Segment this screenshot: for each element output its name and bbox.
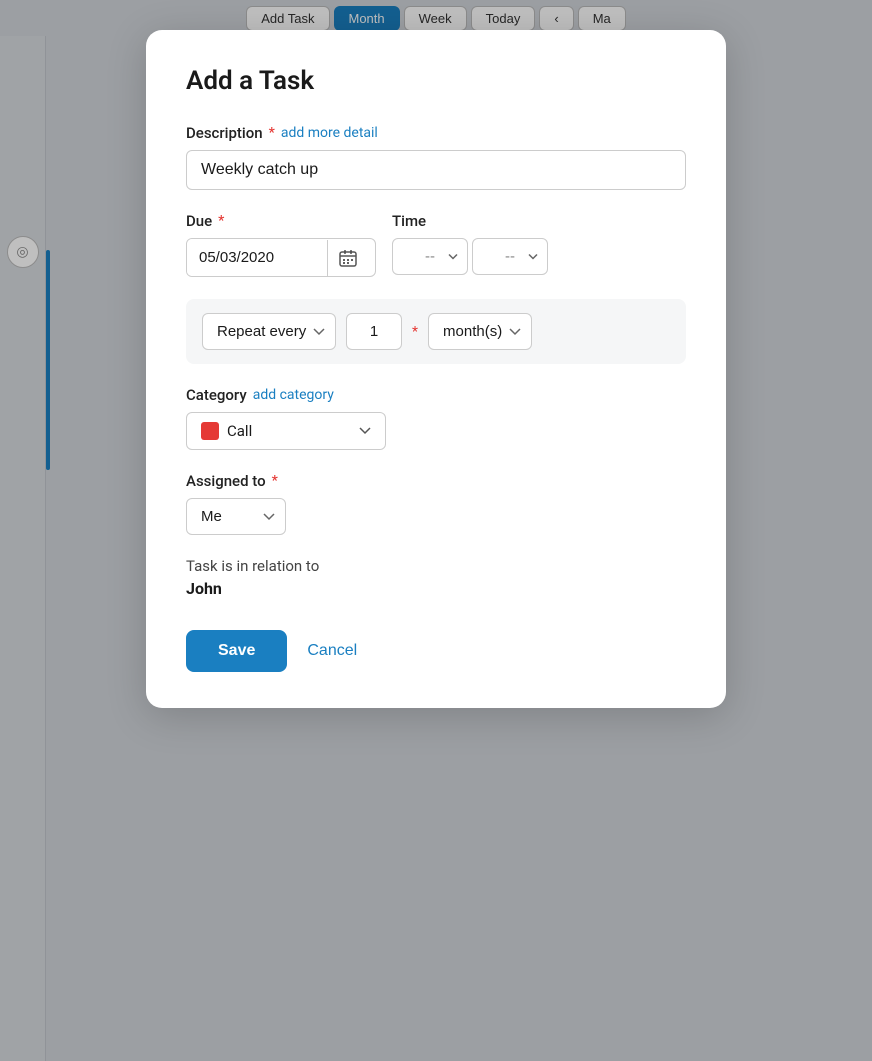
relation-name: John — [186, 579, 686, 598]
calendar-icon — [338, 248, 358, 268]
repeat-select-wrapper: Repeat every — [202, 313, 336, 350]
category-label: Category — [186, 386, 247, 404]
description-required: * — [269, 125, 275, 141]
due-field: Due * — [186, 212, 376, 277]
description-input[interactable] — [186, 150, 686, 190]
due-label: Due — [186, 212, 212, 230]
due-label-row: Due * — [186, 212, 376, 230]
save-button[interactable]: Save — [186, 630, 287, 672]
description-field-group: Description * add more detail — [186, 124, 686, 190]
repeat-unit-select[interactable]: month(s) day(s) week(s) year(s) — [428, 313, 532, 350]
relation-label: Task is in relation to — [186, 557, 686, 575]
category-field-group: Category add category Call — [186, 386, 686, 450]
time-min-wrapper: -- — [472, 238, 548, 275]
category-chevron-icon — [359, 427, 371, 435]
category-value-label: Call — [227, 422, 351, 440]
assigned-field-group: Assigned to * Me — [186, 472, 686, 535]
assigned-select-wrapper: Me — [186, 498, 286, 535]
repeat-container: Repeat every * month(s) day(s) week(s) y… — [186, 299, 686, 364]
repeat-required: * — [412, 324, 418, 340]
assigned-label-row: Assigned to * — [186, 472, 686, 490]
repeat-every-select[interactable]: Repeat every — [202, 313, 336, 350]
time-label: Time — [392, 212, 426, 230]
add-category-link[interactable]: add category — [253, 387, 334, 403]
repeat-unit-wrapper: month(s) day(s) week(s) year(s) — [428, 313, 532, 350]
assigned-to-select[interactable]: Me — [186, 498, 286, 535]
time-hour-select[interactable]: -- — [392, 238, 468, 275]
time-row: -- -- — [392, 238, 548, 275]
assigned-required: * — [272, 473, 278, 489]
time-min-select[interactable]: -- — [472, 238, 548, 275]
category-color-indicator — [201, 422, 219, 440]
due-time-group: Due * — [186, 212, 686, 277]
description-label: Description — [186, 124, 263, 142]
modal-overlay: Add a Task Description * add more detail… — [0, 0, 872, 1061]
assigned-label: Assigned to — [186, 472, 266, 490]
time-field: Time -- -- — [392, 212, 548, 275]
category-select[interactable]: Call — [186, 412, 386, 450]
repeat-number-input[interactable] — [346, 313, 402, 350]
due-required: * — [218, 213, 224, 229]
time-hour-wrapper: -- — [392, 238, 468, 275]
date-input-wrapper — [186, 238, 376, 277]
add-more-detail-link[interactable]: add more detail — [281, 125, 378, 141]
modal-title: Add a Task — [186, 66, 686, 96]
modal-actions: Save Cancel — [186, 630, 686, 672]
category-label-row: Category add category — [186, 386, 686, 404]
due-date-input[interactable] — [187, 239, 327, 276]
calendar-icon-button[interactable] — [327, 240, 368, 276]
description-label-row: Description * add more detail — [186, 124, 686, 142]
cancel-button[interactable]: Cancel — [307, 642, 357, 660]
relation-section: Task is in relation to John — [186, 557, 686, 598]
time-label-row: Time — [392, 212, 548, 230]
add-task-modal: Add a Task Description * add more detail… — [146, 30, 726, 708]
